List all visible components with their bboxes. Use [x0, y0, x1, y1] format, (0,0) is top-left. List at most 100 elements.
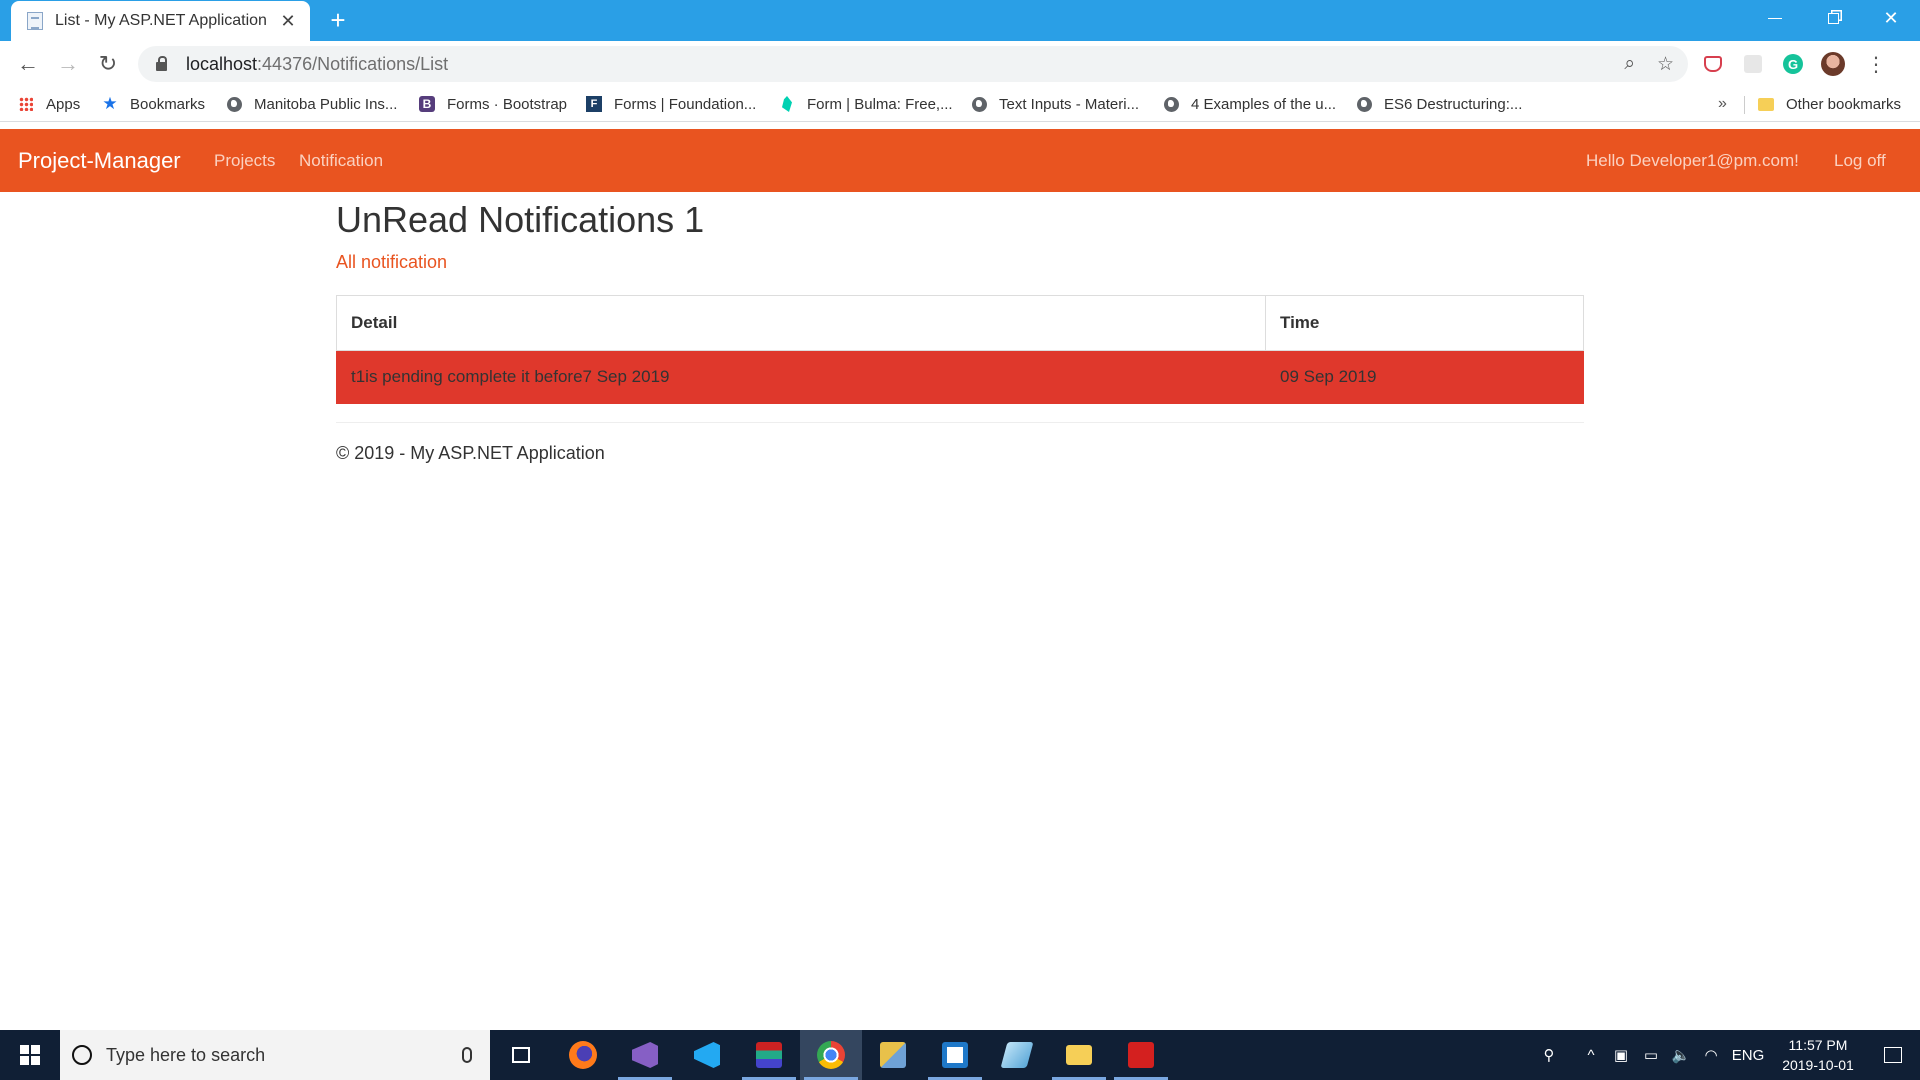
reload-button[interactable]: ↻: [88, 44, 128, 84]
bookmark-label: Forms | Foundation...: [614, 95, 757, 113]
language-indicator[interactable]: ENG: [1726, 1047, 1770, 1064]
grammarly-extension-icon[interactable]: G: [1780, 51, 1806, 77]
taskbar-chrome[interactable]: [800, 1030, 862, 1080]
nav-notification[interactable]: Notification: [299, 129, 383, 192]
people-icon[interactable]: ⚲: [1534, 1046, 1564, 1064]
taskbar-acrobat[interactable]: [1110, 1030, 1172, 1080]
foundation-icon: F: [586, 96, 602, 112]
tray-app-icon[interactable]: ▣: [1606, 1046, 1636, 1064]
show-hidden-icons-icon[interactable]: ^: [1576, 1047, 1606, 1064]
page-favicon-icon: [27, 12, 43, 30]
bookmark-manitoba[interactable]: Manitoba Public Ins...: [226, 87, 397, 121]
microphone-icon[interactable]: [462, 1047, 472, 1063]
taskbar-winrar[interactable]: [738, 1030, 800, 1080]
footer-text: © 2019 - My ASP.NET Application: [336, 443, 605, 463]
bookmark-materialize[interactable]: Text Inputs - Materi...: [971, 87, 1139, 121]
clock-time: 11:57 PM: [1788, 1037, 1848, 1053]
forward-button[interactable]: →: [48, 44, 88, 84]
taskbar-clock[interactable]: 11:57 PM 2019-10-01: [1770, 1035, 1866, 1075]
start-button[interactable]: [0, 1030, 60, 1080]
taskbar-visual-studio[interactable]: [614, 1030, 676, 1080]
taskbar-postman[interactable]: [924, 1030, 986, 1080]
taskbar-vscode[interactable]: [676, 1030, 738, 1080]
address-bar[interactable]: localhost:44376/Notifications/List ⌕ ☆: [138, 46, 1688, 82]
bookmarks-overflow-button[interactable]: »: [1718, 87, 1727, 121]
database-tools-icon: [880, 1042, 906, 1068]
bookmark-bookmarks[interactable]: ★ Bookmarks: [102, 87, 205, 121]
minimize-button[interactable]: [1746, 0, 1804, 36]
battery-icon[interactable]: ▭: [1636, 1046, 1666, 1064]
tab-close-icon[interactable]: ✕: [274, 11, 302, 32]
windows-logo-icon: [20, 1045, 40, 1065]
pocket-extension-icon[interactable]: [1700, 51, 1726, 77]
profile-avatar[interactable]: [1820, 51, 1846, 77]
taskbar-search[interactable]: Type here to search: [60, 1030, 490, 1080]
logoff-link[interactable]: Log off: [1834, 129, 1886, 192]
table-header-row: Detail Time: [336, 295, 1584, 351]
restore-button[interactable]: [1804, 0, 1862, 36]
bootstrap-icon: B: [419, 96, 435, 112]
bookmark-bootstrap[interactable]: B Forms · Bootstrap: [419, 87, 567, 121]
cortana-icon: [72, 1045, 92, 1065]
bookmark-label: Form | Bulma: Free,...: [807, 95, 953, 113]
window-controls: ✕: [1746, 0, 1920, 41]
wifi-icon[interactable]: ◠: [1696, 1046, 1726, 1064]
url-text[interactable]: localhost:44376/Notifications/List: [186, 54, 448, 75]
bookmark-star-icon[interactable]: ☆: [1657, 53, 1674, 76]
extension-icon[interactable]: [1740, 51, 1766, 77]
minimize-icon: [1768, 17, 1782, 19]
page-title: UnRead Notifications 1: [336, 199, 705, 240]
bulma-icon: [779, 96, 795, 112]
bookmark-es6[interactable]: ES6 Destructuring:...: [1356, 87, 1522, 121]
user-greeting-link[interactable]: Hello Developer1@pm.com!: [1586, 129, 1799, 192]
other-bookmarks-label: Other bookmarks: [1786, 95, 1902, 113]
extensions-area: G ⋮: [1700, 46, 1886, 82]
taskbar-firefox[interactable]: [552, 1030, 614, 1080]
windows-taskbar: Type here to search ⚲ ^ ▣ ▭ 🔈 ◠ ENG 11:5…: [0, 1030, 1920, 1080]
all-notification-link[interactable]: All notification: [336, 252, 447, 273]
apps-grid-icon: [18, 96, 34, 112]
brand-link[interactable]: Project-Manager: [18, 129, 181, 192]
globe-icon: [1163, 96, 1179, 112]
star-icon: ★: [102, 94, 118, 113]
browser-toolbar: ← → ↻ localhost:44376/Notifications/List…: [0, 41, 1920, 87]
bookmark-examples[interactable]: 4 Examples of the u...: [1163, 87, 1336, 121]
footer-divider: [336, 422, 1584, 423]
bookmark-label: Bookmarks: [130, 95, 206, 113]
nav-projects[interactable]: Projects: [214, 129, 275, 192]
browser-menu-icon[interactable]: ⋮: [1866, 52, 1886, 77]
bookmark-foundation[interactable]: F Forms | Foundation...: [586, 87, 756, 121]
close-icon: ✕: [1883, 7, 1899, 28]
bookmark-bulma[interactable]: Form | Bulma: Free,...: [779, 87, 953, 121]
notifications-table: Detail Time t1is pending complete it bef…: [336, 295, 1584, 404]
bookmark-label: ES6 Destructuring:...: [1384, 95, 1523, 113]
browser-titlebar: List - My ASP.NET Application ✕ + ✕: [0, 0, 1920, 41]
search-placeholder: Type here to search: [106, 1044, 266, 1065]
volume-icon[interactable]: 🔈: [1666, 1046, 1696, 1064]
task-view-button[interactable]: [490, 1030, 552, 1080]
notes-icon: [1000, 1042, 1034, 1068]
forward-arrow-icon: →: [57, 51, 79, 76]
winrar-icon: [756, 1042, 782, 1068]
close-window-button[interactable]: ✕: [1862, 0, 1920, 36]
bookmark-label: Text Inputs - Materi...: [999, 95, 1140, 113]
zoom-icon[interactable]: ⌕: [1624, 53, 1635, 75]
lock-icon[interactable]: [152, 56, 170, 71]
browser-tab[interactable]: List - My ASP.NET Application ✕: [11, 1, 310, 41]
bookmarks-bar: Apps ★ Bookmarks Manitoba Public Ins... …: [0, 87, 1920, 122]
taskbar-file-explorer[interactable]: [1048, 1030, 1110, 1080]
column-header-detail: Detail: [336, 295, 1266, 351]
bookmark-apps[interactable]: Apps: [18, 87, 80, 121]
new-tab-button[interactable]: +: [324, 6, 352, 34]
other-bookmarks[interactable]: Other bookmarks: [1758, 87, 1901, 121]
acrobat-icon: [1128, 1042, 1154, 1068]
reload-icon: ↻: [98, 51, 118, 76]
site-navbar: Project-Manager Projects Notification He…: [0, 129, 1920, 192]
action-center-button[interactable]: [1866, 1047, 1920, 1063]
vscode-icon: [694, 1042, 720, 1068]
back-button[interactable]: ←: [8, 44, 48, 84]
taskbar-notes[interactable]: [986, 1030, 1048, 1080]
taskbar-sql-tools[interactable]: [862, 1030, 924, 1080]
globe-icon: [1356, 96, 1372, 112]
app-window-icon: [942, 1042, 968, 1068]
